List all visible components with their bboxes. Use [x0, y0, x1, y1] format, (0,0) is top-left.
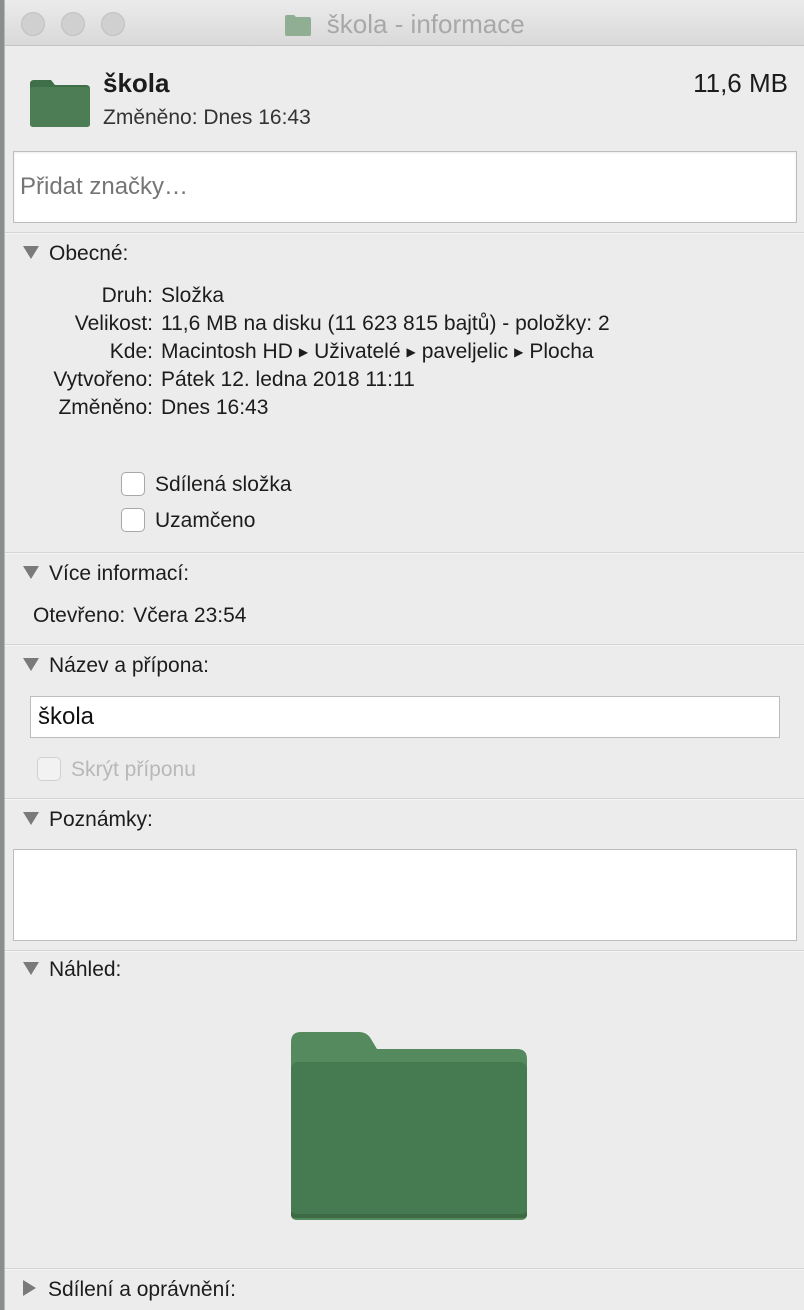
checkbox	[37, 757, 61, 781]
section-title: Název a přípona:	[49, 654, 209, 677]
shared-folder-checkbox[interactable]: Sdílená složka	[121, 472, 292, 497]
checkbox[interactable]	[121, 472, 145, 496]
tags-input[interactable]	[13, 151, 797, 223]
title-bar: škola - informace	[5, 0, 804, 46]
info-row-opened: Otevřeno: Včera 23:54	[33, 604, 246, 628]
info-value: Složka	[161, 284, 225, 307]
info-key: Druh:	[101, 284, 153, 307]
path-segment: Plocha	[529, 340, 594, 363]
path-arrow-icon: ▶	[298, 345, 309, 359]
divider	[5, 552, 804, 554]
locked-checkbox[interactable]: Uzamčeno	[121, 508, 255, 533]
disclosure-triangle-icon	[23, 812, 39, 825]
section-sharing-toggle[interactable]: Sdílení a oprávnění:	[23, 1278, 236, 1302]
info-row-where: Kde: Macintosh HD ▶ Uživatelé ▶ paveljelic ▶ Pl…	[31, 340, 594, 364]
info-row-modified: Změněno: Dnes 16:43	[31, 396, 268, 420]
section-more-info-toggle[interactable]: Více informací:	[23, 562, 189, 586]
file-size: 11,6 MB	[693, 68, 788, 98]
path-arrow-icon: ▶	[406, 345, 416, 359]
divider	[5, 798, 804, 800]
path-value: Macintosh HD ▶ Uživatelé ▶ paveljelic ▶ Plocha	[161, 340, 594, 363]
section-title: Náhled:	[49, 958, 122, 981]
name-input[interactable]	[30, 696, 780, 738]
divider	[5, 950, 804, 952]
info-key: Otevřeno:	[33, 604, 126, 627]
path-segment: Macintosh HD	[161, 340, 293, 363]
disclosure-triangle-icon	[23, 658, 39, 671]
folder-icon	[285, 14, 312, 36]
disclosure-triangle-icon	[23, 1280, 36, 1296]
notes-textarea[interactable]	[13, 849, 797, 941]
section-notes-toggle[interactable]: Poznámky:	[23, 808, 153, 832]
section-title: Poznámky:	[49, 808, 153, 831]
modified-date: Změněno: Dnes 16:43	[103, 106, 311, 129]
checkbox-label: Uzamčeno	[155, 509, 256, 532]
folder-preview-icon	[291, 1032, 527, 1220]
window-title: škola - informace	[326, 9, 525, 39]
path-segment: Uživatelé	[314, 340, 401, 363]
section-title: Obecné:	[49, 242, 129, 265]
info-key: Změněno:	[58, 396, 153, 419]
info-row-kind: Druh: Složka	[31, 284, 224, 308]
checkbox-label: Skrýt příponu	[71, 758, 196, 781]
info-value: Včera 23:54	[133, 604, 247, 627]
hide-extension-checkbox: Skrýt příponu	[37, 757, 196, 782]
section-name-extension-toggle[interactable]: Název a přípona:	[23, 654, 209, 678]
section-title: Více informací:	[49, 562, 190, 585]
info-key: Kde:	[109, 340, 153, 363]
disclosure-triangle-icon	[23, 962, 39, 975]
info-window: škola - informace škola 11,6 MB Změněno:…	[4, 0, 804, 1310]
info-key: Vytvořeno:	[53, 368, 153, 391]
checkbox-label: Sdílená složka	[155, 473, 292, 496]
disclosure-triangle-icon	[23, 566, 39, 579]
disclosure-triangle-icon	[23, 246, 39, 259]
file-name: škola	[103, 68, 170, 98]
folder-icon	[30, 80, 90, 127]
info-row-size: Velikost: 11,6 MB na disku (11 623 815 ba…	[31, 312, 610, 336]
divider	[5, 1268, 804, 1270]
divider	[5, 232, 804, 234]
path-arrow-icon: ▶	[514, 345, 524, 359]
section-preview-toggle[interactable]: Náhled:	[23, 958, 121, 982]
section-title: Sdílení a oprávnění:	[48, 1278, 236, 1301]
divider	[5, 644, 804, 646]
info-row-created: Vytvořeno: Pátek 12. ledna 2018 11:11	[31, 368, 415, 392]
section-general-toggle[interactable]: Obecné:	[23, 242, 128, 266]
file-header: škola 11,6 MB Změněno: Dnes 16:43	[5, 46, 804, 151]
info-value: Pátek 12. ledna 2018 11:11	[161, 368, 415, 391]
info-value: 11,6 MB na disku (11 623 815 bajtů) - po…	[161, 312, 610, 335]
checkbox[interactable]	[121, 508, 145, 532]
path-segment: paveljelic	[421, 340, 509, 363]
info-value: Dnes 16:43	[161, 396, 269, 419]
info-key: Velikost:	[74, 312, 153, 335]
